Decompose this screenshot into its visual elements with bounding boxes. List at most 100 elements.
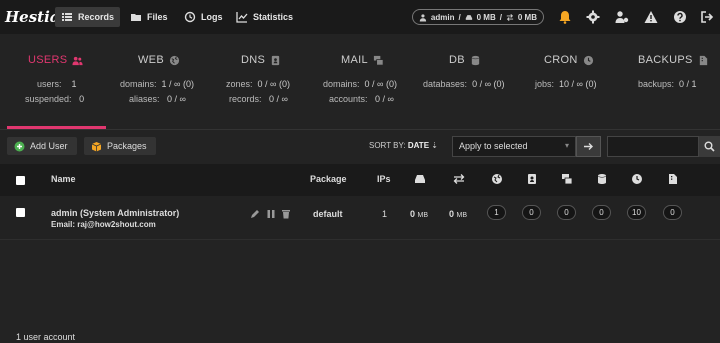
folder-icon	[131, 14, 141, 21]
bandwidth-unit: MB	[456, 212, 468, 219]
stat-db-line1: databases: 0 / ∞ (0)	[423, 79, 505, 89]
stat-value: 0 / ∞	[375, 94, 394, 104]
stat-dns-label: DNS	[241, 54, 266, 66]
stat-value: 10 / ∞ (0)	[559, 79, 597, 89]
globe-icon	[169, 55, 180, 65]
database-icon	[471, 55, 480, 65]
search-input[interactable]	[607, 136, 699, 157]
user-name[interactable]: admin (System Administrator)	[51, 208, 179, 218]
usage-separator: /	[499, 12, 502, 22]
usage-badge[interactable]: admin / 0 MB / 0 MB	[412, 9, 544, 25]
stat-db-label: DB	[449, 54, 465, 66]
stat-users-label: USERS	[28, 54, 68, 66]
stat-dns-title[interactable]: DNS	[241, 54, 281, 66]
logout-icon[interactable]	[699, 9, 715, 25]
stat-value: 0	[79, 94, 85, 104]
nav-records-label: Records	[78, 12, 115, 22]
box-icon	[91, 141, 102, 151]
stat-backups-title[interactable]: BACKUPS	[638, 54, 709, 66]
nav-files[interactable]: Files	[124, 7, 174, 27]
stat-mail-line1: domains: 0 / ∞ (0)	[323, 79, 397, 89]
file-archive-icon	[699, 55, 707, 65]
user-bandwidth: 0 MB	[449, 209, 467, 219]
help-icon[interactable]	[672, 9, 688, 25]
database-icon	[598, 174, 606, 184]
cron-count-badge: 10	[627, 205, 646, 220]
column-ips[interactable]: IPs	[377, 174, 391, 184]
search-button[interactable]	[699, 136, 720, 157]
stat-label: records:	[229, 94, 262, 104]
clock-icon	[632, 174, 642, 184]
stat-label: domains:	[323, 79, 360, 89]
sort-by[interactable]: SORT BY: DATE ⇣	[369, 141, 438, 150]
packages-button[interactable]: Packages	[84, 137, 156, 155]
trash-icon[interactable]	[281, 209, 291, 219]
hdd-icon	[415, 175, 425, 183]
pause-icon[interactable]	[266, 209, 276, 219]
stat-web-label: WEB	[138, 54, 164, 66]
stat-mail-line2: accounts: 0 / ∞	[329, 94, 394, 104]
disk-value: 0	[410, 209, 416, 219]
plus-circle-icon	[14, 141, 25, 151]
table-row[interactable]	[0, 196, 720, 240]
nav-logs[interactable]: Logs	[178, 7, 229, 27]
row-checkbox[interactable]	[16, 208, 25, 217]
stat-users-line1: users: 1	[37, 79, 77, 89]
stat-dns-line1: zones: 0 / ∞ (0)	[226, 79, 290, 89]
user-count-footer: 1 user account	[16, 332, 76, 342]
stat-cron-title[interactable]: CRON	[544, 54, 594, 66]
table-header	[0, 164, 720, 196]
gear-icon[interactable]	[585, 9, 601, 25]
stat-backups-line1: backups: 0 / 1	[638, 79, 697, 89]
stat-db-title[interactable]: DB	[449, 54, 481, 66]
usage-disk: 0 MB	[476, 12, 496, 22]
username: admin	[51, 208, 78, 218]
stat-mail-title[interactable]: MAIL	[341, 54, 384, 66]
packages-label: Packages	[107, 141, 147, 151]
hdd-icon	[465, 14, 472, 20]
apply-button[interactable]	[576, 136, 601, 157]
stat-web-title[interactable]: WEB	[138, 54, 180, 66]
bulk-action-select[interactable]: Apply to selected ▾	[452, 136, 576, 157]
stat-value: 0 / ∞	[269, 94, 288, 104]
notifications-icon[interactable]	[557, 9, 573, 25]
address-book-icon	[528, 174, 536, 184]
stat-label: domains:	[120, 79, 157, 89]
stat-users-title[interactable]: USERS	[28, 54, 83, 66]
stat-value: 1	[71, 79, 77, 89]
column-package[interactable]: Package	[310, 174, 347, 184]
warning-icon[interactable]	[643, 9, 659, 25]
bulk-action-value: Apply to selected	[459, 141, 528, 151]
stat-value: 0 / ∞ (0)	[364, 79, 397, 89]
edit-icon[interactable]	[250, 209, 260, 219]
address-book-icon	[271, 55, 280, 65]
nav-records[interactable]: Records	[55, 7, 121, 27]
stat-value: 0 / ∞ (0)	[257, 79, 290, 89]
stat-value: 0 / ∞	[167, 94, 186, 104]
mail-count-badge: 0	[557, 205, 576, 220]
usage-bandwidth: 0 MB	[517, 12, 537, 22]
user-cog-icon[interactable]	[614, 9, 630, 25]
stat-dns-line2: records: 0 / ∞	[229, 94, 288, 104]
records-icon	[62, 13, 72, 21]
user-package: default	[313, 209, 343, 219]
search-icon	[704, 141, 715, 152]
stat-web-line1: domains: 1 / ∞ (0)	[120, 79, 194, 89]
nav-statistics[interactable]: Statistics	[230, 7, 299, 27]
stat-label: aliases:	[129, 94, 160, 104]
user-email: Email: raj@how2shout.com	[51, 220, 156, 229]
arrow-right-icon	[584, 143, 593, 150]
add-user-button[interactable]: Add User	[7, 137, 77, 155]
stat-value: 0 / ∞ (0)	[472, 79, 505, 89]
top-bar: Hestia Records Files Logs Statistics adm…	[0, 0, 720, 34]
chart-line-icon	[236, 12, 248, 23]
user-ips: 1	[382, 209, 388, 219]
stat-cron-line1: jobs: 10 / ∞ (0)	[535, 79, 596, 89]
hestia-logo[interactable]: Hestia	[5, 6, 60, 28]
db-count-badge: 0	[592, 205, 611, 220]
usage-separator: /	[458, 12, 461, 22]
exchange-icon	[506, 13, 514, 21]
user-fullname: (System Administrator)	[80, 208, 180, 218]
select-all-checkbox[interactable]	[16, 176, 25, 185]
column-name[interactable]: Name	[51, 174, 76, 184]
